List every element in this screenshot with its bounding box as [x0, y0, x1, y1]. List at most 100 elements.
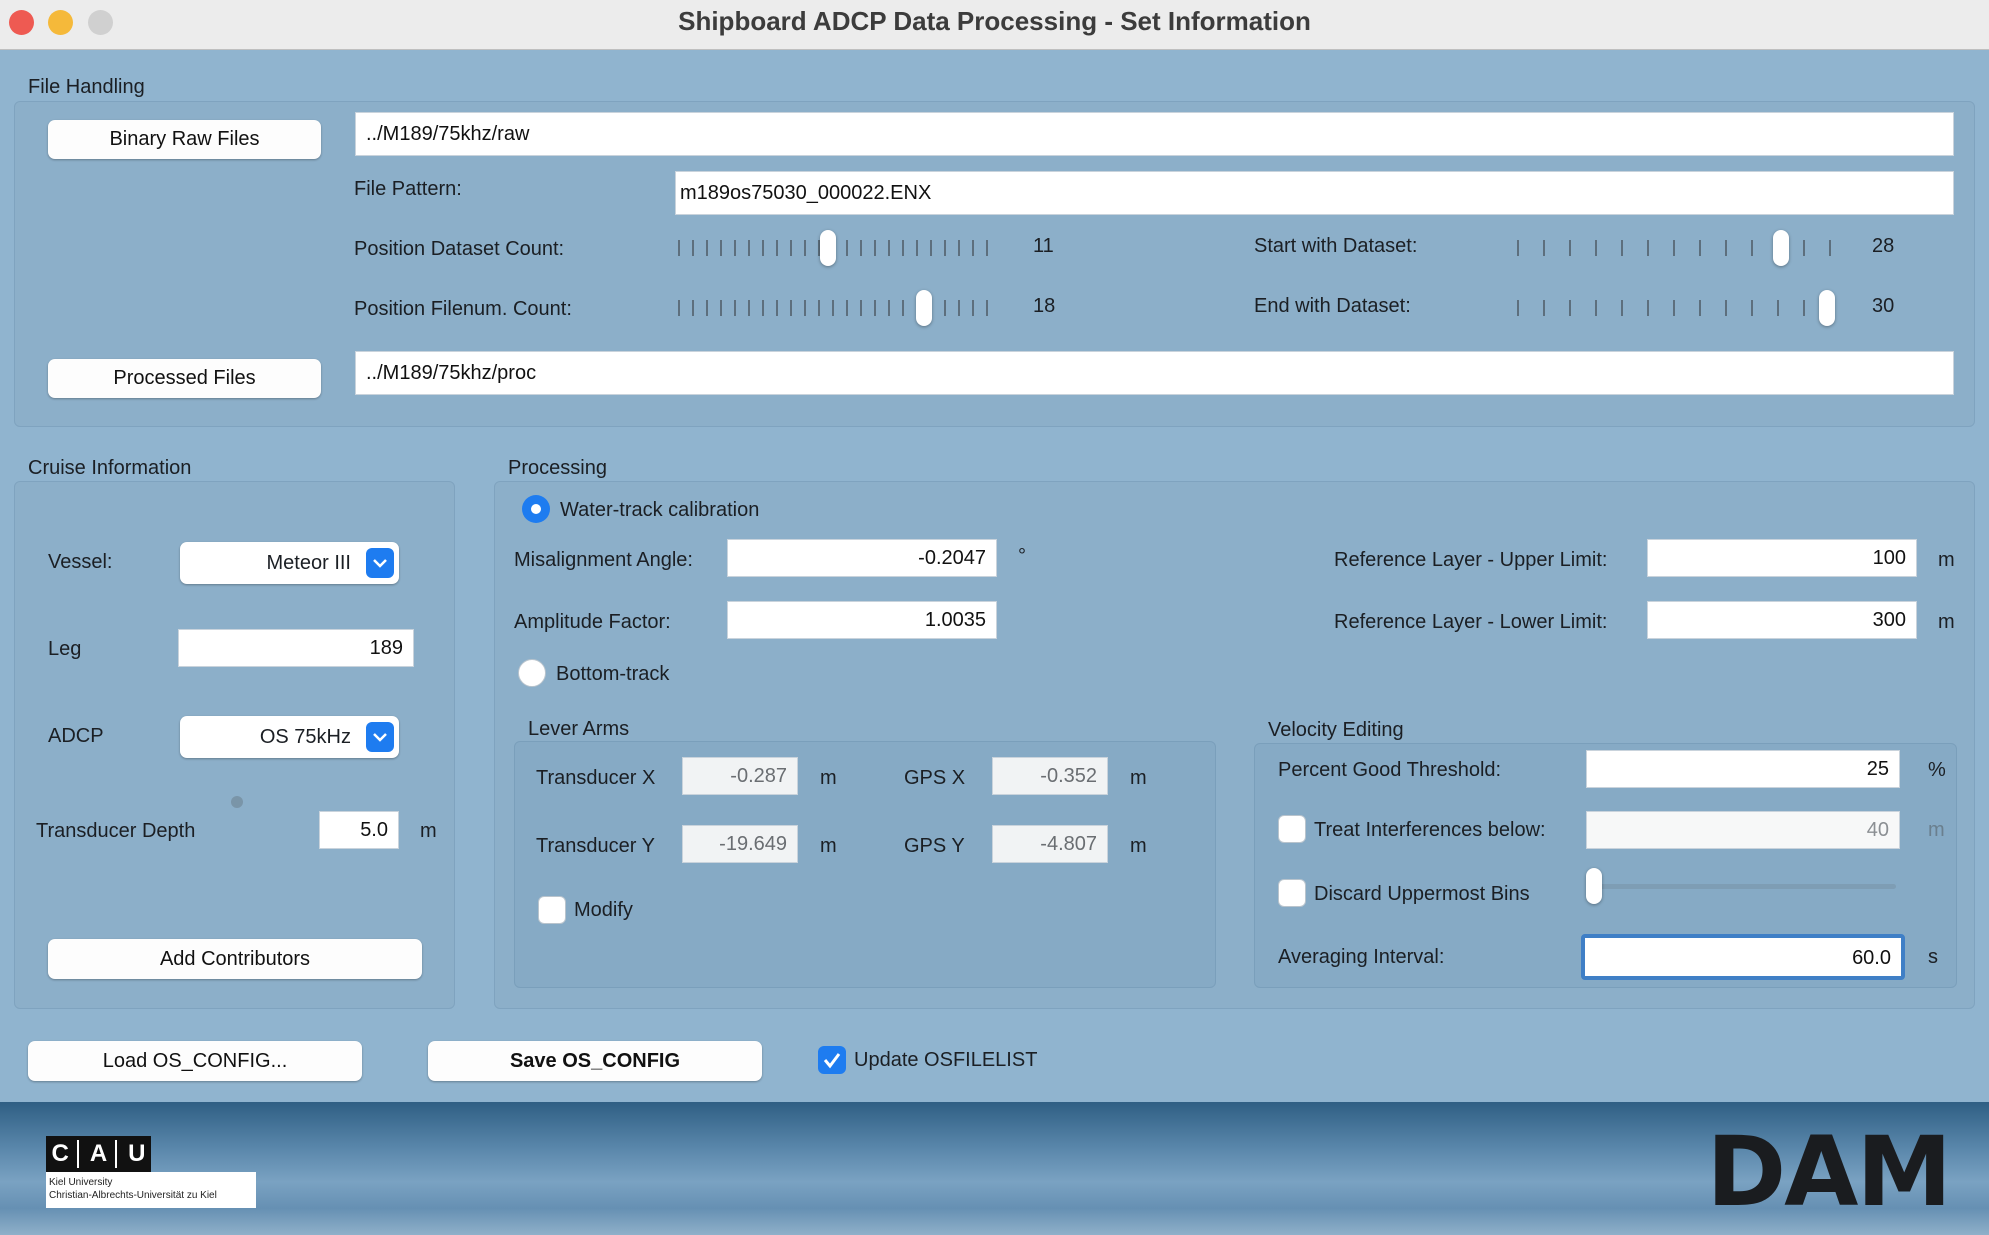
interference-unit: m — [1928, 819, 1945, 841]
misalignment-unit: ° — [1018, 545, 1026, 567]
transducer-x-label: Transducer X — [536, 767, 656, 789]
velocity-editing-label: Velocity Editing — [1268, 719, 1404, 741]
ref-upper-field[interactable]: 100 — [1647, 539, 1917, 577]
ref-lower-unit: m — [1938, 611, 1955, 633]
adcp-select[interactable]: OS 75kHz — [180, 716, 399, 758]
leg-label: Leg — [48, 638, 82, 660]
transducer-depth-unit: m — [420, 820, 437, 842]
position-filenum-count-slider[interactable] — [676, 288, 992, 328]
load-config-button[interactable]: Load OS_CONFIG... — [28, 1041, 362, 1081]
transducer-depth-label: Transducer Depth — [36, 820, 196, 842]
vessel-select[interactable]: Meteor III — [180, 542, 399, 584]
transducer-y-label: Transducer Y — [536, 835, 655, 857]
add-contributors-button[interactable]: Add Contributors — [48, 939, 422, 979]
treat-interferences-checkbox[interactable] — [1278, 815, 1306, 843]
processing-label: Processing — [508, 457, 607, 479]
transducer-x-field[interactable]: -0.287 — [682, 757, 798, 795]
cau-letter-a: A — [90, 1140, 118, 1168]
lever-arms-label: Lever Arms — [528, 718, 630, 740]
title-bar: Shipboard ADCP Data Processing - Set Inf… — [0, 0, 1989, 50]
percent-unit: % — [1928, 759, 1946, 781]
binary-raw-files-button[interactable]: Binary Raw Files — [48, 120, 321, 159]
file-pattern-field[interactable]: m189os75030_000022.ENX — [675, 171, 1954, 215]
water-track-label: Water-track calibration — [560, 499, 760, 521]
checkmark-icon — [823, 1053, 841, 1069]
discard-uppermost-slider[interactable] — [1586, 866, 1900, 906]
position-dataset-count-label: Position Dataset Count: — [354, 238, 565, 260]
gps-x-unit: m — [1130, 767, 1147, 789]
modify-checkbox[interactable] — [538, 896, 566, 924]
ref-upper-label: Reference Layer - Upper Limit: — [1334, 549, 1608, 571]
slider-thumb[interactable] — [820, 230, 836, 266]
file-handling-label: File Handling — [28, 76, 145, 98]
window-title: Shipboard ADCP Data Processing - Set Inf… — [678, 6, 1311, 36]
discard-uppermost-label: Discard Uppermost Bins — [1314, 883, 1530, 905]
slider-thumb[interactable] — [1773, 230, 1789, 266]
processed-path-field[interactable]: ../M189/75khz/proc — [355, 351, 1954, 395]
update-osfilelist-label: Update OSFILELIST — [854, 1049, 1038, 1071]
end-dataset-label: End with Dataset: — [1254, 295, 1411, 317]
vessel-label: Vessel: — [48, 551, 113, 573]
start-dataset-label: Start with Dataset: — [1254, 235, 1418, 257]
averaging-label: Averaging Interval: — [1278, 946, 1445, 968]
end-dataset-slider[interactable] — [1515, 288, 1835, 328]
cau-line-2: Christian-Albrechts-Universität zu Kiel — [49, 1190, 217, 1201]
cau-line-1: Kiel University — [49, 1177, 113, 1188]
vessel-select-value: Meteor III — [266, 552, 351, 574]
bottom-track-radio[interactable] — [518, 659, 546, 687]
cau-letter-c: C — [51, 1140, 79, 1168]
adcp-select-value: OS 75kHz — [259, 726, 351, 748]
position-dataset-count-value: 11 — [1033, 235, 1054, 257]
misalignment-label: Misalignment Angle: — [514, 549, 693, 571]
end-dataset-value: 30 — [1872, 295, 1895, 317]
misalignment-field[interactable]: -0.2047 — [727, 539, 997, 577]
leg-field[interactable]: 189 — [178, 629, 414, 667]
cruise-information-label: Cruise Information — [28, 457, 192, 479]
modify-label: Modify — [574, 899, 633, 921]
percent-good-field[interactable]: 25 — [1586, 750, 1900, 788]
gps-y-unit: m — [1130, 835, 1147, 857]
interference-field[interactable]: 40 — [1586, 811, 1900, 849]
save-config-button[interactable]: Save OS_CONFIG — [428, 1041, 762, 1081]
slider-thumb[interactable] — [1819, 290, 1835, 326]
gps-x-label: GPS X — [904, 767, 966, 789]
slider-thumb[interactable] — [1586, 868, 1602, 904]
cau-logo: C A U Kiel University Christian-Albrecht… — [46, 1136, 256, 1208]
ref-lower-label: Reference Layer - Lower Limit: — [1334, 611, 1608, 633]
discard-uppermost-checkbox[interactable] — [1278, 879, 1306, 907]
averaging-unit: s — [1928, 946, 1938, 968]
treat-interferences-label: Treat Interferences below: — [1314, 819, 1546, 841]
position-filenum-count-label: Position Filenum. Count: — [354, 298, 572, 320]
gps-y-label: GPS Y — [904, 835, 965, 857]
position-dataset-count-slider[interactable] — [676, 228, 992, 268]
transducer-x-unit: m — [820, 767, 837, 789]
averaging-field[interactable]: 60.0 — [1581, 934, 1905, 980]
cau-letter-u: U — [128, 1140, 146, 1167]
gps-x-field[interactable]: -0.352 — [992, 757, 1108, 795]
percent-good-label: Percent Good Threshold: — [1278, 759, 1502, 781]
transducer-y-field[interactable]: -19.649 — [682, 825, 798, 863]
transducer-depth-field[interactable]: 5.0 — [319, 811, 399, 849]
start-dataset-value: 28 — [1872, 235, 1895, 257]
ref-lower-field[interactable]: 300 — [1647, 601, 1917, 639]
start-dataset-slider[interactable] — [1515, 228, 1835, 268]
amplitude-label: Amplitude Factor: — [514, 611, 671, 633]
raw-path-field[interactable]: ../M189/75khz/raw — [355, 112, 1954, 156]
water-track-radio[interactable] — [522, 495, 550, 523]
processed-files-button[interactable]: Processed Files — [48, 359, 321, 398]
position-filenum-count-value: 18 — [1033, 295, 1056, 317]
chevron-down-icon[interactable] — [366, 548, 394, 578]
transducer-y-unit: m — [820, 835, 837, 857]
transducer-depth-indicator — [231, 796, 243, 808]
amplitude-field[interactable]: 1.0035 — [727, 601, 997, 639]
file-pattern-label: File Pattern: — [354, 178, 462, 200]
dam-logo: DAM — [1706, 1116, 1952, 1228]
gps-y-field[interactable]: -4.807 — [992, 825, 1108, 863]
ref-upper-unit: m — [1938, 549, 1955, 571]
chevron-down-icon[interactable] — [366, 722, 394, 752]
update-osfilelist-checkbox[interactable] — [818, 1046, 846, 1074]
slider-thumb[interactable] — [916, 290, 932, 326]
footer-banner: C A U Kiel University Christian-Albrecht… — [0, 1102, 1989, 1235]
bottom-track-label: Bottom-track — [556, 663, 670, 685]
adcp-label: ADCP — [48, 725, 104, 747]
